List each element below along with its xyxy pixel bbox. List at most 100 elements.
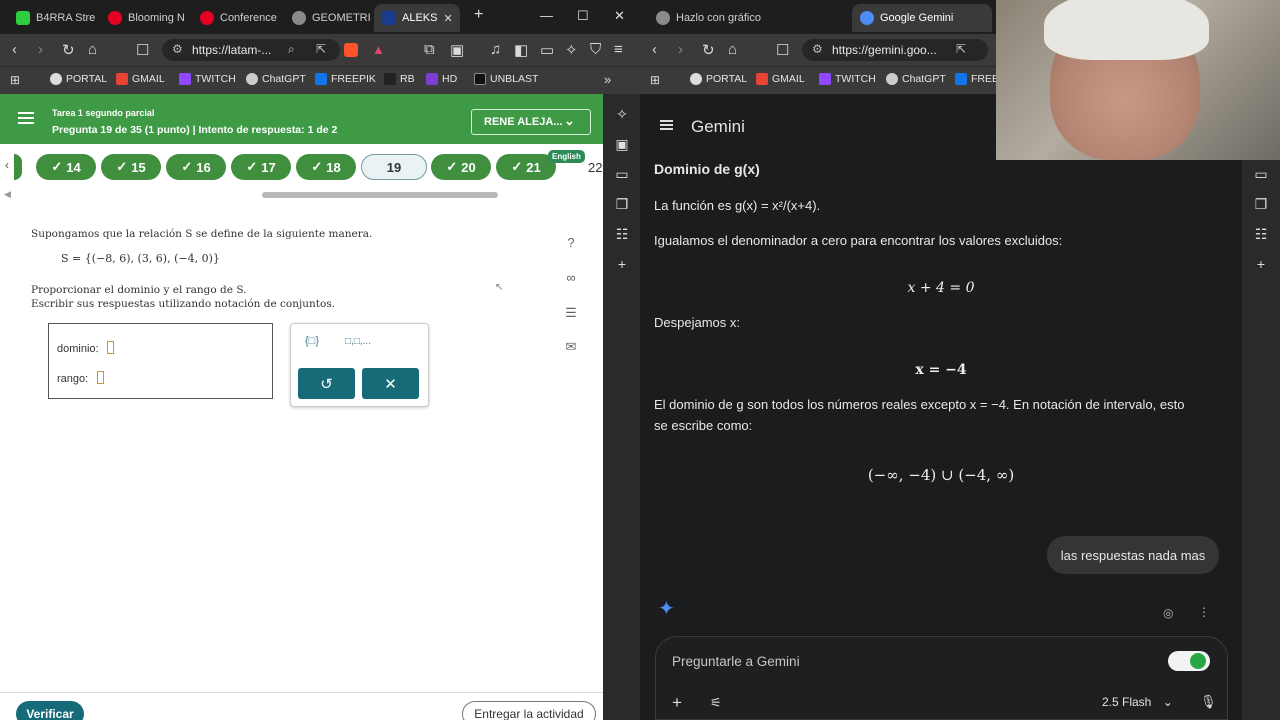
worksheet-icon[interactable]: ☰: [562, 305, 580, 321]
bookmark-gmail[interactable]: GMAIL: [116, 73, 165, 85]
language-toggle[interactable]: English: [548, 150, 585, 163]
question-pill-20[interactable]: ✓ 20: [431, 154, 491, 180]
bookmark-icon[interactable]: ☐: [136, 41, 149, 59]
bookmark-rb[interactable]: RB: [384, 73, 415, 85]
question-pill-21[interactable]: ✓ 21: [496, 154, 556, 180]
add-panel-icon[interactable]: +: [1252, 256, 1270, 272]
microphone-icon[interactable]: 🎙: [1200, 694, 1217, 710]
minimize-button[interactable]: —: [540, 8, 553, 23]
hamburger-menu-icon[interactable]: [18, 112, 34, 124]
site-settings-icon[interactable]: ⚙: [172, 42, 183, 56]
bookmark-twitch[interactable]: TWITCH: [179, 73, 236, 85]
mail-icon[interactable]: ✉: [562, 339, 580, 355]
domain-input[interactable]: [107, 341, 115, 355]
home-icon[interactable]: ⌂: [88, 41, 97, 58]
bookmark-freepik[interactable]: FREEPIK: [315, 73, 376, 85]
forward-icon[interactable]: ›: [678, 41, 683, 58]
menu-icon[interactable]: ≡: [614, 41, 623, 58]
brain-icon[interactable]: ◎: [1163, 606, 1173, 620]
glasses-icon[interactable]: ∞: [562, 270, 580, 285]
bookmark-portal[interactable]: PORTAL: [50, 73, 107, 85]
brave-rewards-icon[interactable]: ▲: [372, 42, 385, 57]
back-icon[interactable]: ‹: [652, 41, 657, 58]
question-pill-19-current[interactable]: 19: [361, 154, 427, 180]
back-icon[interactable]: ‹: [12, 41, 17, 58]
scroll-left-arrow-icon[interactable]: ‹: [5, 158, 9, 172]
leo-ai-icon[interactable]: ✧: [565, 41, 578, 59]
bookmark-icon[interactable]: ☐: [776, 41, 789, 59]
wallet-icon[interactable]: ▭: [540, 41, 554, 59]
add-icon[interactable]: +: [672, 693, 682, 713]
wallet-icon[interactable]: ▭: [1252, 166, 1270, 183]
reading-list-icon[interactable]: ☷: [613, 226, 631, 243]
scrollbar-left-arrow-icon[interactable]: ◀: [4, 189, 11, 200]
tab-b4rra[interactable]: B4RRA Stre: [8, 4, 98, 32]
bookmark-freepik[interactable]: FREE: [955, 73, 999, 85]
extensions-icon[interactable]: ⧉: [424, 41, 435, 58]
search-icon[interactable]: ⌕: [288, 42, 295, 57]
site-settings-icon[interactable]: ⚙: [812, 42, 823, 56]
user-menu-button[interactable]: RENE ALEJA... ⌄: [471, 109, 591, 135]
sidebar-toggle-icon[interactable]: ◧: [514, 41, 528, 59]
domain-row[interactable]: dominio:: [57, 339, 115, 357]
new-tab-button[interactable]: +: [474, 6, 483, 24]
question-pill-17[interactable]: ✓ 17: [231, 154, 291, 180]
address-bar[interactable]: ⚙ https://gemini.goo... ⇱: [802, 39, 988, 61]
prompt-input-box[interactable]: Preguntarle a Gemini + ⚟ 2.5 Flash ⌄ 🎙: [655, 636, 1228, 720]
leo-ai-icon[interactable]: ✧: [613, 106, 631, 123]
tab-blooming[interactable]: Blooming N: [100, 4, 188, 32]
reload-icon[interactable]: ↻: [62, 41, 75, 59]
home-icon[interactable]: ⌂: [728, 41, 737, 58]
range-row[interactable]: rango:: [57, 369, 104, 387]
list-elements-button[interactable]: □,□,...: [345, 336, 371, 347]
question-pill-15[interactable]: ✓ 15: [101, 154, 161, 180]
bookmark-twitch[interactable]: TWITCH: [819, 73, 876, 85]
brave-shield-icon[interactable]: [344, 43, 358, 57]
media-icon[interactable]: ▣: [613, 136, 631, 153]
clear-button[interactable]: ✕: [362, 368, 419, 399]
bookmark-unblast[interactable]: UNBLAST: [474, 73, 538, 85]
music-icon[interactable]: ♫: [490, 41, 501, 58]
tab-hazlo-con-grafico[interactable]: Hazlo con gráfico: [648, 4, 844, 32]
tools-icon[interactable]: ⚟: [710, 695, 722, 711]
close-tab-icon[interactable]: ✕: [443, 12, 452, 25]
screenshot-icon[interactable]: ▣: [450, 41, 464, 59]
share-icon[interactable]: ⇱: [956, 42, 966, 56]
prompt-placeholder[interactable]: Preguntarle a Gemini: [672, 654, 800, 669]
reading-list-icon[interactable]: ☷: [1252, 226, 1270, 243]
apps-grid-icon[interactable]: ⊞: [10, 73, 20, 87]
wallet-icon[interactable]: ▭: [613, 166, 631, 183]
question-pill-partial[interactable]: [14, 154, 22, 180]
maximize-button[interactable]: ☐: [577, 8, 589, 24]
bookmark-portal[interactable]: PORTAL: [690, 73, 747, 85]
tab-conference[interactable]: Conference: [192, 4, 280, 32]
grammarly-toggle[interactable]: [1168, 651, 1210, 671]
set-braces-button[interactable]: {□}: [305, 335, 319, 347]
close-window-button[interactable]: ✕: [614, 8, 625, 24]
hamburger-menu-icon[interactable]: [660, 120, 673, 130]
undo-button[interactable]: ↺: [298, 368, 355, 399]
forward-icon[interactable]: ›: [38, 41, 43, 58]
bookmark-hd[interactable]: HD: [426, 73, 457, 85]
bookmark-chatgpt[interactable]: ChatGPT: [886, 73, 946, 85]
question-pill-18[interactable]: ✓ 18: [296, 154, 356, 180]
question-pill-22-partial[interactable]: 22: [588, 160, 602, 175]
help-icon[interactable]: ?: [562, 235, 580, 250]
bookmarks-panel-icon[interactable]: ❐: [613, 196, 631, 213]
range-input[interactable]: [96, 371, 104, 385]
tab-aleks[interactable]: ALEKS ✕: [374, 4, 460, 32]
address-bar[interactable]: ⚙ https://latam-... ⌕ ⇱: [162, 39, 340, 61]
submit-activity-button[interactable]: Entregar la actividad: [462, 701, 596, 720]
reload-icon[interactable]: ↻: [702, 41, 715, 59]
model-selector[interactable]: 2.5 Flash ⌄: [1102, 695, 1173, 709]
tab-geometri[interactable]: GEOMETRI: [284, 4, 370, 32]
share-icon[interactable]: ⇱: [316, 42, 326, 56]
horizontal-scrollbar-thumb[interactable]: [262, 192, 498, 198]
question-pill-14[interactable]: ✓ 14: [36, 154, 96, 180]
vpn-icon[interactable]: ⛉: [590, 41, 601, 58]
apps-grid-icon[interactable]: ⊞: [650, 73, 660, 87]
more-bookmarks-icon[interactable]: »: [604, 72, 611, 87]
question-pill-16[interactable]: ✓ 16: [166, 154, 226, 180]
bookmarks-panel-icon[interactable]: ❐: [1252, 196, 1270, 213]
tab-google-gemini[interactable]: Google Gemini: [852, 4, 992, 32]
